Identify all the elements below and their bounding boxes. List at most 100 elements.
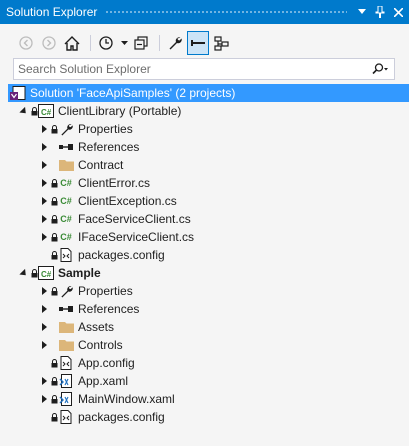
tree-item-sample[interactable]: C# Sample — [0, 264, 409, 282]
lock-icon — [30, 102, 38, 120]
expand-arrow-icon[interactable] — [38, 318, 50, 336]
tree-item-app-xaml[interactable]: App.xaml — [0, 372, 409, 390]
forward-icon — [42, 36, 56, 50]
toolbar — [0, 26, 409, 60]
expand-arrow-icon[interactable] — [38, 282, 50, 300]
expand-arrow-icon[interactable] — [38, 120, 50, 138]
title-bar: Solution Explorer — [0, 0, 409, 24]
collapse-arrow-icon[interactable] — [18, 264, 30, 282]
lock-icon — [50, 246, 58, 264]
lock-icon — [50, 192, 58, 210]
xaml-file-icon — [58, 373, 74, 389]
search-options-button[interactable] — [366, 63, 394, 75]
item-label: References — [78, 302, 140, 316]
title-grip[interactable] — [105, 9, 347, 15]
item-label: Properties — [78, 284, 133, 298]
csharp-file-icon: C# — [60, 232, 72, 242]
lock-icon — [50, 210, 58, 228]
tree-item-main-window-xaml[interactable]: MainWindow.xaml — [0, 390, 409, 408]
folder-icon — [58, 157, 74, 173]
references-icon — [58, 139, 74, 155]
tree-item-contract[interactable]: Contract — [0, 156, 409, 174]
expand-arrow-icon[interactable] — [38, 228, 50, 246]
window-position-dropdown-icon[interactable] — [355, 4, 369, 20]
config-file-icon — [58, 409, 74, 425]
preview-selected-items-button[interactable] — [187, 31, 209, 55]
xaml-file-icon — [58, 391, 74, 407]
preview-icon — [191, 40, 205, 46]
lock-icon — [50, 372, 58, 390]
item-label: FaceServiceClient.cs — [78, 212, 191, 226]
expand-arrow-icon[interactable] — [38, 138, 50, 156]
csharp-project-icon: C# — [38, 265, 54, 281]
tree-item-solution[interactable]: Solution 'FaceApiSamples' (2 projects) — [8, 84, 409, 102]
collapse-all-button[interactable] — [131, 32, 151, 54]
tree-item-assets[interactable]: Assets — [0, 318, 409, 336]
back-button[interactable] — [16, 32, 36, 54]
tree-item-packages-config[interactable]: packages.config — [0, 408, 409, 426]
auto-hide-pin-icon[interactable] — [373, 4, 387, 20]
tree-item-references[interactable]: References — [0, 300, 409, 318]
toolbar-separator — [90, 35, 91, 51]
lock-icon — [50, 174, 58, 192]
lock-icon — [50, 390, 58, 408]
search-input[interactable] — [18, 62, 366, 76]
item-label: IFaceServiceClient.cs — [78, 230, 195, 244]
home-button[interactable] — [62, 32, 82, 54]
tree-item-references[interactable]: References — [0, 138, 409, 156]
tree-item-iface-service-client-cs[interactable]: C# IFaceServiceClient.cs — [0, 228, 409, 246]
forward-button[interactable] — [39, 32, 59, 54]
tree-item-properties[interactable]: Properties — [0, 282, 409, 300]
lock-icon — [50, 282, 58, 300]
expand-arrow-icon[interactable] — [38, 210, 50, 228]
solution-icon — [10, 85, 26, 101]
svg-text:C#: C# — [41, 108, 52, 117]
expand-arrow-icon[interactable] — [38, 156, 50, 174]
expand-arrow-icon[interactable] — [38, 300, 50, 318]
properties-button[interactable] — [165, 32, 185, 54]
close-icon[interactable] — [391, 4, 405, 20]
expand-arrow-icon[interactable] — [38, 174, 50, 192]
config-file-icon — [58, 247, 74, 263]
tree-item-properties[interactable]: Properties — [0, 120, 409, 138]
item-label: ClientException.cs — [78, 194, 177, 208]
search-icon — [371, 63, 388, 75]
lock-icon — [50, 354, 58, 372]
tree-item-client-library[interactable]: C# ClientLibrary (Portable) — [0, 102, 409, 120]
references-icon — [58, 301, 74, 317]
class-diagram-button[interactable] — [211, 32, 231, 54]
item-label: packages.config — [78, 410, 165, 424]
search-box — [13, 58, 395, 80]
class-diagram-icon — [213, 35, 229, 51]
expand-arrow-icon[interactable] — [38, 192, 50, 210]
expand-arrow-icon[interactable] — [38, 336, 50, 354]
item-label: packages.config — [78, 248, 165, 262]
filter-dropdown-button[interactable] — [119, 32, 129, 54]
item-label: App.config — [78, 356, 135, 370]
solution-label: Solution 'FaceApiSamples' (2 projects) — [30, 86, 236, 100]
csharp-project-icon: C# — [38, 103, 54, 119]
collapse-all-icon — [134, 36, 148, 50]
expand-arrow-icon[interactable] — [38, 372, 50, 390]
project-label: Sample — [58, 266, 101, 280]
tree-item-client-exception-cs[interactable]: C# ClientException.cs — [0, 192, 409, 210]
pending-changes-filter-button[interactable] — [96, 32, 116, 54]
tree-item-face-service-client-cs[interactable]: C# FaceServiceClient.cs — [0, 210, 409, 228]
collapse-arrow-icon[interactable] — [18, 102, 30, 120]
tree-item-app-config[interactable]: App.config — [0, 354, 409, 372]
csharp-file-icon: C# — [60, 196, 72, 206]
toolbar-separator — [159, 35, 160, 51]
folder-icon — [58, 337, 74, 353]
item-label: Assets — [78, 320, 115, 334]
item-label: References — [78, 140, 140, 154]
wrench-icon — [58, 283, 74, 299]
item-label: Contract — [78, 158, 124, 172]
expand-arrow-icon[interactable] — [38, 390, 50, 408]
tree-item-packages-config[interactable]: packages.config — [0, 246, 409, 264]
tree-item-client-error-cs[interactable]: C# ClientError.cs — [0, 174, 409, 192]
lock-icon — [50, 120, 58, 138]
folder-icon — [58, 319, 74, 335]
csharp-file-icon: C# — [60, 214, 72, 224]
tree-item-controls[interactable]: Controls — [0, 336, 409, 354]
chevron-down-icon — [120, 41, 128, 45]
